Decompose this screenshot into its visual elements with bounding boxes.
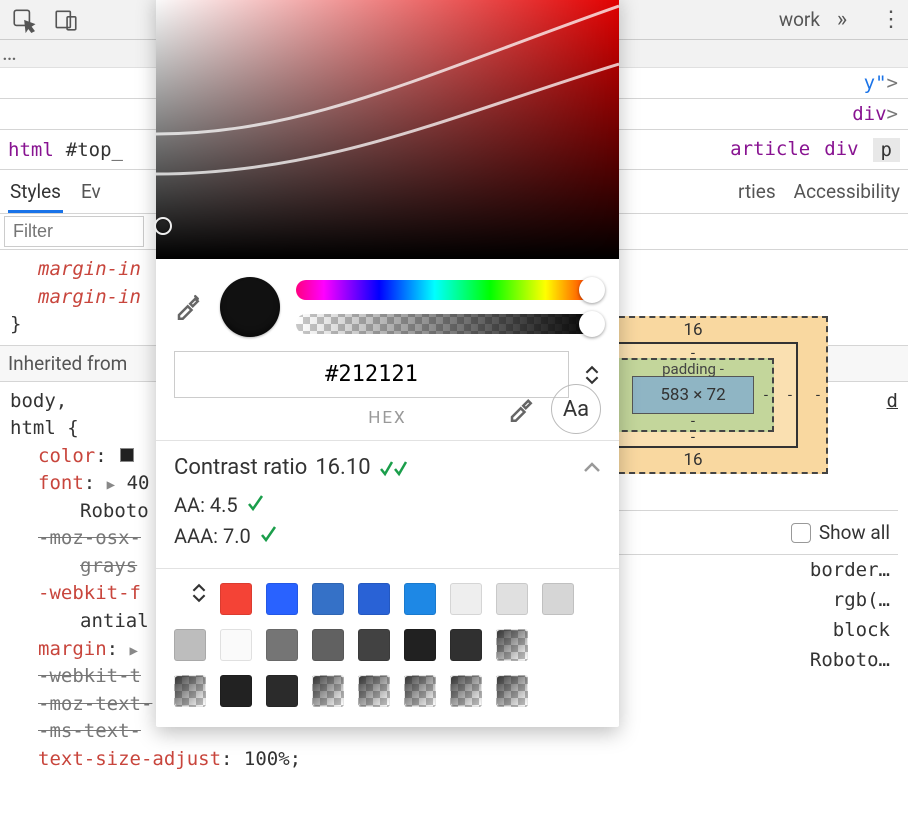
palette-swatch[interactable] (266, 629, 298, 661)
prop-text-size-adjust[interactable]: text-size-adjust (38, 748, 221, 770)
palette-swatch[interactable] (358, 629, 390, 661)
palette-swatch[interactable] (220, 629, 252, 661)
prop-margin-inline-1[interactable]: margin-in (38, 258, 141, 280)
palette-swatch[interactable] (542, 583, 574, 615)
palette-swatch-alpha[interactable] (312, 675, 344, 707)
kebab-menu-icon[interactable]: ⋮ (880, 7, 902, 32)
color-format-switcher[interactable] (583, 365, 601, 385)
tab-accessibility[interactable]: Accessibility (794, 180, 900, 203)
palette-swatch[interactable] (266, 583, 298, 615)
text-sample-button[interactable]: Aa (551, 384, 601, 434)
palette-swatch-alpha[interactable] (174, 675, 206, 707)
color-picker: HEX Contrast ratio 16.10 AA: 4.5 AAA: (156, 0, 619, 727)
select-element-icon[interactable] (6, 4, 42, 36)
breadcrumb-html[interactable]: html (8, 139, 54, 161)
prop-color[interactable]: color (38, 445, 95, 467)
contrast-label: Contrast ratio (174, 455, 307, 480)
breadcrumb-p-current[interactable]: p (873, 138, 900, 162)
saturation-handle[interactable] (154, 217, 172, 235)
tab-styles[interactable]: Styles (8, 170, 63, 213)
current-color-swatch (220, 277, 280, 337)
alpha-slider[interactable] (296, 314, 601, 334)
padding-label: padding - (614, 360, 772, 378)
aaa-label: AAA: (174, 524, 218, 548)
contrast-collapse-icon[interactable] (583, 456, 601, 479)
prop-webkit-font[interactable]: -webkit-f (38, 582, 141, 604)
aa-threshold: 4.5 (210, 493, 238, 517)
aa-pass-icon (247, 493, 267, 517)
alpha-thumb[interactable] (579, 311, 605, 337)
palette-swatch[interactable] (358, 583, 390, 615)
palette-swatch-alpha[interactable] (450, 675, 482, 707)
bg-eyedropper-icon[interactable] (507, 392, 537, 427)
aa-label: AA: (174, 493, 205, 517)
aaa-pass-icon (260, 524, 280, 548)
content-size: 583 × 72 (632, 376, 754, 414)
contrast-value: 16.10 (315, 455, 370, 480)
palette-swatch[interactable] (404, 583, 436, 615)
palette-swatch[interactable] (220, 675, 252, 707)
val-grayscale: grays (80, 555, 137, 577)
val-text-size-adjust[interactable]: 100%; (244, 748, 301, 770)
breadcrumb-article[interactable]: article (730, 138, 810, 162)
tab-eventlisteners-fragment[interactable]: Ev (81, 180, 101, 203)
palette-swatch[interactable] (450, 583, 482, 615)
breadcrumb-selector[interactable]: #top_ (66, 139, 123, 161)
palette-swatch[interactable] (496, 583, 528, 615)
selector-body[interactable]: body, (10, 390, 67, 412)
hue-thumb[interactable] (579, 277, 605, 303)
prop-ms-text[interactable]: -ms-text- (38, 720, 141, 742)
hue-slider[interactable] (296, 280, 601, 300)
color-palette (156, 568, 619, 727)
eyedropper-icon[interactable] (174, 290, 204, 325)
palette-swatch[interactable] (174, 629, 206, 661)
palette-swatch-alpha[interactable] (496, 629, 528, 661)
palette-swatch[interactable] (312, 583, 344, 615)
show-all-label: Show all (819, 521, 890, 544)
styles-filter-input[interactable] (4, 216, 144, 247)
tabs-overflow-icon[interactable]: » (830, 7, 854, 32)
palette-swatch[interactable] (220, 583, 252, 615)
tab-network-fragment[interactable]: work (779, 8, 830, 31)
palette-swatch-alpha[interactable] (496, 675, 528, 707)
contrast-pass-icon (379, 458, 415, 478)
palette-swatch-alpha[interactable] (404, 675, 436, 707)
saturation-lightness-area[interactable] (156, 0, 619, 259)
aaa-threshold: 7.0 (223, 524, 251, 548)
tab-properties-fragment[interactable]: rties (738, 180, 776, 203)
prop-webkit-text[interactable]: -webkit-t (38, 665, 141, 687)
palette-swatch[interactable] (450, 629, 482, 661)
palette-swatch[interactable] (312, 629, 344, 661)
attr-value-fragment: y" (864, 72, 887, 94)
prop-font[interactable]: font (38, 472, 84, 494)
expand-margin-icon[interactable]: ▶ (130, 643, 138, 659)
val-antialiased: antial (80, 610, 149, 632)
palette-swatch[interactable] (266, 675, 298, 707)
prop-moz-text[interactable]: -moz-text- (38, 693, 152, 715)
palette-switcher[interactable] (190, 583, 208, 617)
font-family-roboto: Roboto (80, 500, 149, 522)
expand-shorthand-icon[interactable]: ▶ (107, 477, 115, 493)
palette-swatch[interactable] (404, 629, 436, 661)
breadcrumb-div[interactable]: div (824, 138, 858, 162)
device-toggle-icon[interactable] (48, 4, 84, 36)
prop-margin[interactable]: margin (38, 638, 107, 660)
color-swatch[interactable] (120, 448, 134, 462)
show-all-checkbox[interactable] (791, 523, 811, 543)
palette-swatch-alpha[interactable] (358, 675, 390, 707)
prop-moz-osx[interactable]: -moz-osx- (38, 527, 141, 549)
font-value[interactable]: 40 (127, 472, 150, 494)
prop-margin-inline-2[interactable]: margin-in (38, 286, 141, 308)
selector-html[interactable]: html { (10, 417, 79, 439)
